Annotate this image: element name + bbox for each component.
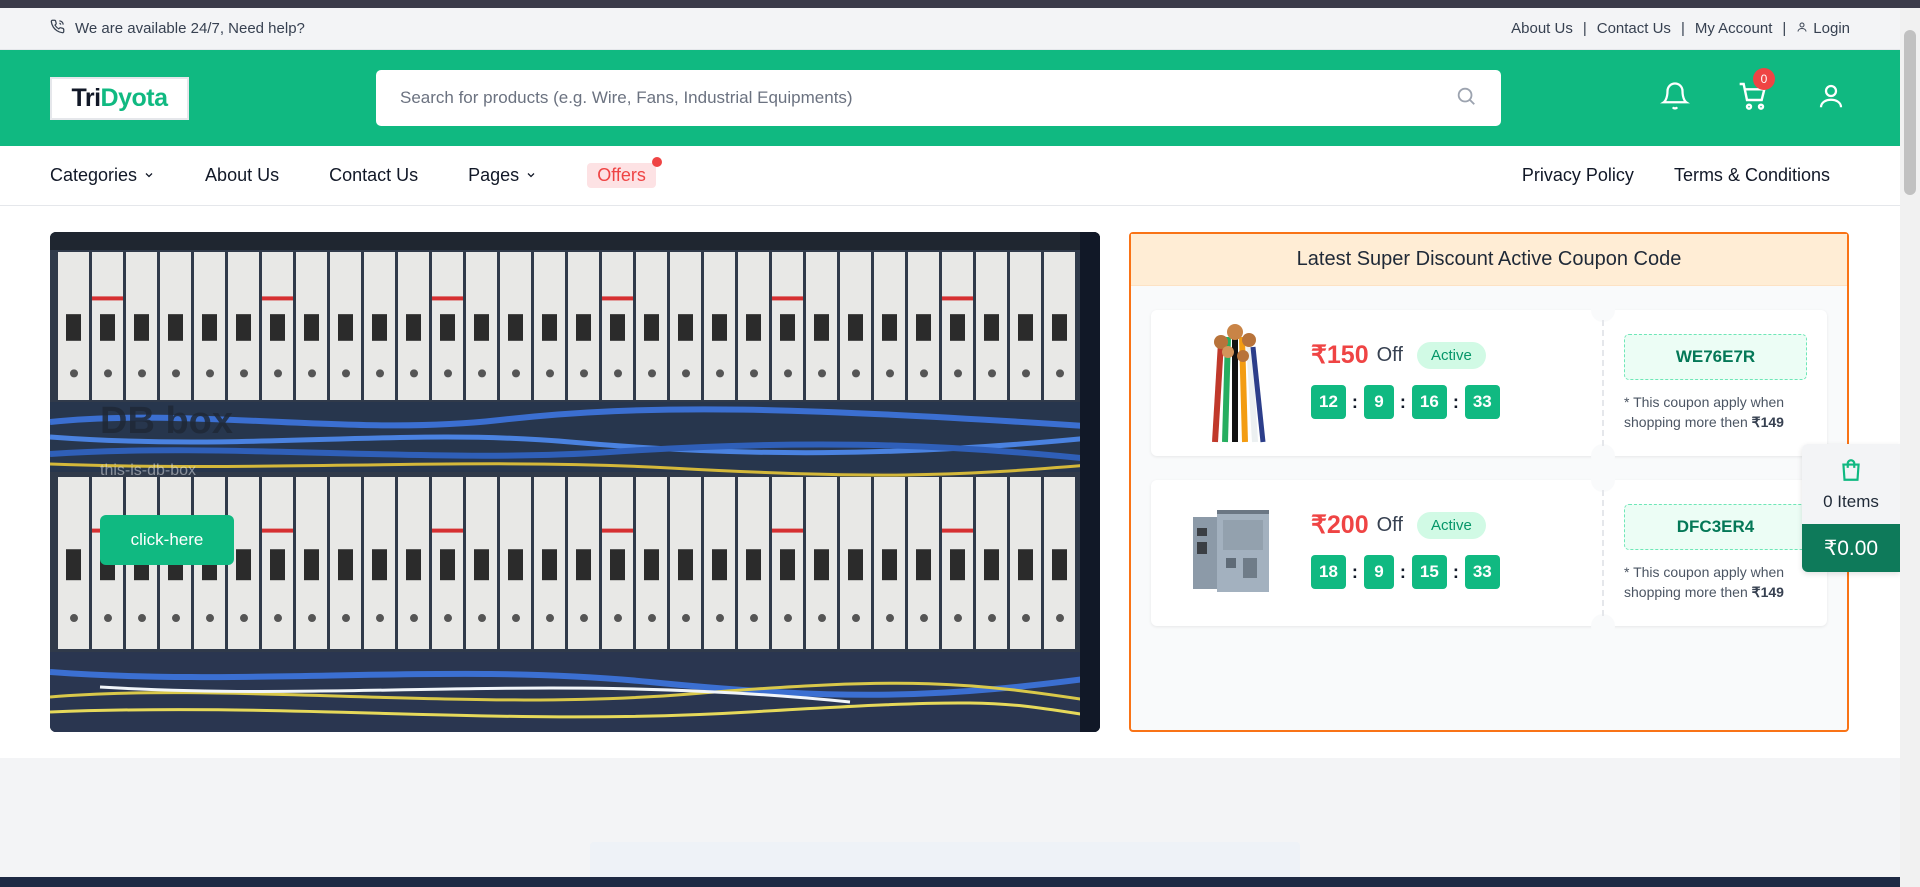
- ticket-notch: [1591, 298, 1615, 322]
- timer-days: 18: [1311, 555, 1346, 589]
- status-badge: Active: [1416, 511, 1486, 539]
- timer-colon: :: [1351, 391, 1358, 412]
- timer-colon: :: [1452, 391, 1459, 412]
- coupon-off-label: Off: [1376, 513, 1403, 536]
- bell-icon[interactable]: [1655, 76, 1695, 116]
- timer-colon: :: [1399, 391, 1406, 412]
- coupon-min-amount: ₹149: [1751, 584, 1784, 600]
- cart-item-count: 0 Items: [1823, 491, 1879, 511]
- timer-days: 12: [1311, 385, 1346, 419]
- chevron-down-icon: [525, 165, 537, 186]
- floating-cart-widget[interactable]: 0 Items ₹0.00: [1802, 444, 1900, 572]
- nav-categories-label: Categories: [50, 165, 138, 185]
- taskbar-edge: [0, 877, 1900, 887]
- ticket-divider: [1602, 320, 1604, 446]
- coupon-note: * This coupon apply when shopping more t…: [1624, 392, 1814, 432]
- separator: |: [1782, 20, 1787, 37]
- ticket-notch: [1591, 614, 1615, 638]
- nav-offers-label: Offers: [597, 165, 646, 185]
- top-link-contact[interactable]: Contact Us: [1597, 20, 1671, 37]
- top-link-account[interactable]: My Account: [1695, 20, 1773, 37]
- timer-colon: :: [1452, 561, 1459, 582]
- timer-minutes: 15: [1411, 555, 1447, 589]
- nav-right: Privacy Policy Terms & Conditions: [1522, 165, 1850, 186]
- plc-product-image: [1181, 492, 1281, 614]
- coupon-min-amount: ₹149: [1751, 414, 1784, 430]
- coupon-off-label: Off: [1376, 343, 1403, 366]
- login-link[interactable]: Login: [1796, 20, 1850, 37]
- circuit-breaker-image: [50, 232, 1100, 732]
- coupon-note: * This coupon apply when shopping more t…: [1624, 562, 1814, 602]
- hero-banner[interactable]: DB box this-is-db-box click-here: [50, 232, 1100, 732]
- coupon-value: ₹200: [1311, 511, 1369, 539]
- main-header: TriDyota 0: [0, 50, 1900, 146]
- ticket-notch: [1591, 444, 1615, 468]
- timer-minutes: 16: [1411, 385, 1447, 419]
- phone-icon: [50, 19, 65, 38]
- page-scrollbar[interactable]: [1900, 8, 1920, 887]
- top-links: About Us | Contact Us | My Account | Log…: [1511, 20, 1850, 37]
- user-icon[interactable]: [1811, 76, 1851, 116]
- window-top-strip: [0, 0, 1920, 8]
- coupon-value: ₹150: [1311, 341, 1369, 369]
- coupon-amount: ₹200 Off Active: [1311, 510, 1486, 540]
- timer-colon: :: [1351, 561, 1358, 582]
- timer-seconds: 33: [1464, 555, 1500, 589]
- top-info-bar: We are available 24/7, Need help? About …: [0, 8, 1900, 50]
- timer-hours: 9: [1363, 385, 1394, 419]
- separator: |: [1582, 20, 1587, 37]
- nav-pages-label: Pages: [468, 165, 520, 185]
- nav-about[interactable]: About Us: [205, 165, 279, 186]
- search-icon[interactable]: [1455, 85, 1477, 112]
- offers-dot-indicator: [651, 157, 662, 167]
- status-badge: Active: [1416, 341, 1486, 369]
- cart-widget-items: 0 Items: [1802, 444, 1900, 524]
- login-label: Login: [1813, 20, 1850, 37]
- header-actions: 0: [1655, 68, 1851, 116]
- coupon-panel: Latest Super Discount Active Coupon Code…: [1129, 232, 1849, 732]
- coupon-card: ₹150 Off Active 12 : 9 : 16 : 33 WE76E7R…: [1151, 298, 1827, 468]
- logo-part2: Dyota: [100, 83, 168, 112]
- nav-offers[interactable]: Offers: [587, 157, 662, 188]
- nav-pages[interactable]: Pages: [468, 165, 537, 186]
- coupon-code[interactable]: WE76E7R: [1624, 334, 1807, 380]
- countdown-timer: 12 : 9 : 16 : 33: [1311, 385, 1500, 419]
- support-info: We are available 24/7, Need help?: [50, 19, 305, 38]
- logo-part1: Tri: [71, 83, 101, 112]
- cart-total: ₹0.00: [1802, 524, 1900, 572]
- search-bar: [376, 70, 1501, 126]
- chevron-down-icon: [143, 165, 155, 186]
- nav-contact[interactable]: Contact Us: [329, 165, 418, 186]
- timer-colon: :: [1399, 561, 1406, 582]
- cart-icon[interactable]: 0: [1733, 68, 1775, 116]
- shopping-bag-icon: [1838, 457, 1864, 488]
- support-text: We are available 24/7, Need help?: [75, 20, 305, 37]
- main-nav: Categories About Us Contact Us Pages Off…: [0, 146, 1900, 206]
- banner-cta-button[interactable]: click-here: [100, 515, 234, 565]
- coupon-panel-heading: Latest Super Discount Active Coupon Code: [1131, 234, 1847, 286]
- ticket-divider: [1602, 490, 1604, 616]
- nav-terms[interactable]: Terms & Conditions: [1674, 165, 1830, 186]
- wire-product-image: [1181, 322, 1281, 444]
- banner-title: DB box: [100, 400, 233, 442]
- nav-categories[interactable]: Categories: [50, 165, 155, 186]
- top-link-about[interactable]: About Us: [1511, 20, 1573, 37]
- coupon-code[interactable]: DFC3ER4: [1624, 504, 1807, 550]
- search-input[interactable]: [400, 88, 1455, 108]
- banner-subtitle: this-is-db-box: [100, 462, 197, 479]
- coupon-amount: ₹150 Off Active: [1311, 340, 1486, 370]
- nav-privacy[interactable]: Privacy Policy: [1522, 165, 1634, 186]
- ticket-notch: [1591, 468, 1615, 492]
- timer-seconds: 33: [1464, 385, 1500, 419]
- user-small-icon: [1796, 20, 1808, 37]
- scrollbar-thumb[interactable]: [1904, 30, 1916, 195]
- timer-hours: 9: [1363, 555, 1394, 589]
- coupon-card: ₹200 Off Active 18 : 9 : 15 : 33 DFC3ER4…: [1151, 468, 1827, 638]
- countdown-timer: 18 : 9 : 15 : 33: [1311, 555, 1500, 589]
- site-logo[interactable]: Tri Dyota: [50, 76, 189, 120]
- nav-left: Categories About Us Contact Us Pages Off…: [50, 157, 662, 188]
- cart-count-badge: 0: [1753, 68, 1775, 90]
- separator: |: [1680, 20, 1685, 37]
